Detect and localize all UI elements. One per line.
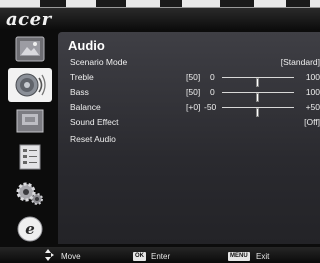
treble-min: 0 (210, 72, 215, 82)
treble-slider-handle[interactable] (256, 78, 259, 87)
scenario-mode-value: [Standard] (280, 57, 320, 67)
picture-icon (15, 36, 45, 62)
sidebar-item-empowering[interactable]: e (8, 212, 52, 246)
balance-row[interactable]: Balance [+0] -50 +50 (70, 102, 320, 117)
treble-max: 100 (305, 72, 320, 82)
ok-key-icon: OK (133, 252, 146, 261)
sidebar-item-audio[interactable] (8, 68, 52, 102)
exit-hint: Exit (256, 252, 270, 261)
tv-osd-screen: acer e Audio Scenario Mode [Standard] Tr… (0, 0, 320, 263)
balance-slider-track (222, 107, 294, 117)
treble-label: Treble (70, 72, 94, 82)
balance-max: +50 (305, 102, 320, 112)
osd-sidebar: e (8, 32, 52, 244)
sidebar-item-display[interactable] (8, 104, 52, 138)
treble-value: [50] (186, 72, 201, 82)
sound-effect-row[interactable]: Sound Effect [Off] (70, 117, 320, 129)
move-arrows-icon (45, 249, 54, 261)
top-banner-strip (0, 0, 320, 8)
menu-title: Audio (68, 38, 105, 53)
balance-slider-handle[interactable] (256, 108, 259, 117)
treble-row[interactable]: Treble [50] 0 100 (70, 72, 320, 87)
sound-effect-value: [Off] (304, 117, 320, 127)
balance-min: -50 (204, 102, 217, 112)
checklist-icon (19, 144, 41, 170)
move-hint: Move (61, 252, 81, 261)
scenario-mode-row[interactable]: Scenario Mode [Standard] (70, 57, 320, 69)
balance-value: [+0] (186, 102, 201, 112)
treble-slider-track (222, 77, 294, 87)
help-footer: Move OK Enter MENU Exit (0, 247, 320, 263)
reset-audio-row[interactable]: Reset Audio (70, 134, 320, 146)
menu-key-icon: MENU (228, 252, 250, 261)
audio-speaker-icon (15, 73, 46, 97)
acer-empowering-icon: e (17, 216, 43, 242)
sidebar-item-settings[interactable] (8, 176, 52, 210)
scenario-mode-label: Scenario Mode (70, 57, 128, 67)
enter-hint: Enter (151, 252, 171, 261)
bass-slider-handle[interactable] (256, 93, 259, 102)
sidebar-item-options[interactable] (8, 140, 52, 174)
sidebar-item-picture[interactable] (8, 32, 52, 66)
svg-text:e: e (25, 220, 35, 238)
reset-audio-label: Reset Audio (70, 134, 116, 144)
bass-slider-track (222, 92, 294, 102)
bass-row[interactable]: Bass [50] 0 100 (70, 87, 320, 102)
bass-value: [50] (186, 87, 201, 97)
sound-effect-label: Sound Effect (70, 117, 119, 127)
acer-logo: acer (6, 9, 52, 30)
bass-label: Bass (70, 87, 89, 97)
bass-max: 100 (305, 87, 320, 97)
display-setting-icon (16, 109, 44, 133)
gear-settings-icon (16, 182, 43, 205)
balance-label: Balance (70, 102, 101, 112)
bass-min: 0 (210, 87, 215, 97)
